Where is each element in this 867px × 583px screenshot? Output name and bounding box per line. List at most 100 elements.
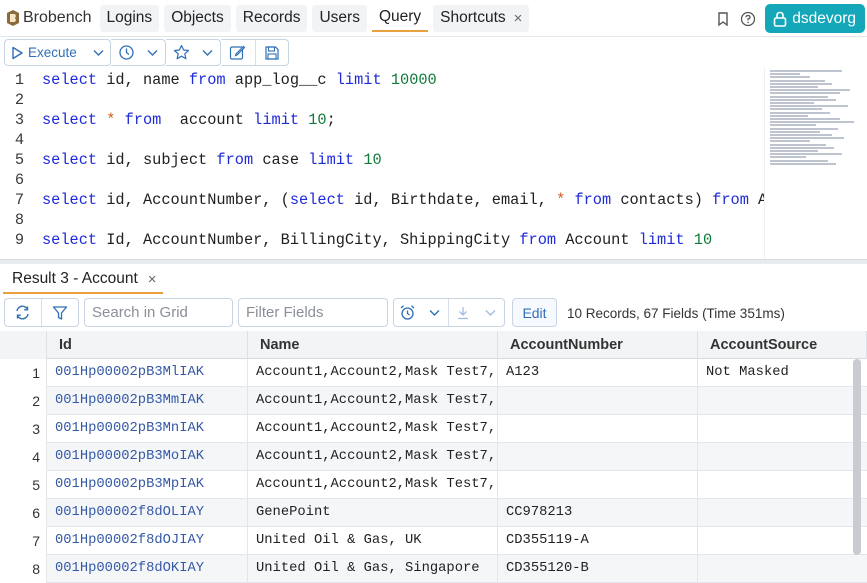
table-row[interactable]: 5 001Hp00002pB3MpIAK Account1,Account2,Mas…: [0, 471, 867, 499]
query-editor[interactable]: 1 select id, name from app_log__c limit 1…: [0, 68, 867, 259]
cell-name[interactable]: Account1,Account2,Mask Test7,M: [248, 471, 498, 499]
row-number: 4: [0, 443, 47, 471]
favorite-button[interactable]: [166, 40, 196, 65]
cell-id[interactable]: 001Hp00002pB3MpIAK: [47, 471, 248, 499]
pencil-square-icon: [230, 45, 246, 60]
favorite-dropdown[interactable]: [196, 40, 219, 65]
tab-shortcuts[interactable]: Shortcuts ×: [433, 4, 530, 32]
cell-id[interactable]: 001Hp00002f8dOLIAY: [47, 499, 248, 527]
editor-minimap[interactable]: [764, 68, 860, 259]
code-line[interactable]: 5 select id, subject from case limit 10: [0, 150, 764, 170]
code-line[interactable]: 3 select * from account limit 10;: [0, 110, 764, 130]
code-line[interactable]: 6: [0, 170, 764, 190]
cell-account-number[interactable]: A123: [498, 359, 698, 387]
cell-account-number[interactable]: CC978213: [498, 499, 698, 527]
table-row[interactable]: 7 001Hp00002f8dOJIAY United Oil & Gas, UK C…: [0, 527, 867, 555]
cell-id[interactable]: 001Hp00002pB3MlIAK: [47, 359, 248, 387]
save-button[interactable]: [255, 40, 288, 65]
cell-name[interactable]: Account1,Account2,Mask Test7,M: [248, 359, 498, 387]
result-tab-label: Result 3 - Account: [12, 270, 138, 287]
cell-id[interactable]: 001Hp00002f8dOKIAY: [47, 555, 248, 583]
cell-account-source[interactable]: [698, 443, 867, 471]
history-dropdown[interactable]: [141, 40, 164, 65]
line-number: 7: [14, 191, 24, 209]
cell-account-number[interactable]: [498, 471, 698, 499]
keyword-token: select: [42, 191, 98, 209]
cell-name[interactable]: Account1,Account2,Mask Test7,M: [248, 387, 498, 415]
cell-account-number[interactable]: CD355120-B: [498, 555, 698, 583]
tab-logins[interactable]: Logins: [99, 4, 160, 32]
close-icon[interactable]: ×: [514, 10, 523, 27]
cell-account-number[interactable]: [498, 387, 698, 415]
cell-id[interactable]: 001Hp00002pB3MmIAK: [47, 387, 248, 415]
filter-button[interactable]: [42, 299, 79, 326]
execute-dropdown[interactable]: [87, 40, 110, 65]
export-button[interactable]: [449, 299, 476, 326]
cell-account-source[interactable]: Not Masked: [698, 359, 867, 387]
table-row[interactable]: 2 001Hp00002pB3MmIAK Account1,Account2,Mas…: [0, 387, 867, 415]
alarm-button[interactable]: [394, 299, 421, 326]
help-icon[interactable]: [740, 11, 756, 27]
column-header-account-number[interactable]: AccountNumber: [498, 331, 698, 359]
cell-name[interactable]: Account1,Account2,Mask Test7,M: [248, 415, 498, 443]
close-icon[interactable]: ×: [148, 271, 157, 288]
grid-vertical-scrollbar[interactable]: [853, 359, 861, 555]
code-line[interactable]: 8: [0, 210, 764, 230]
grid-search-input[interactable]: [84, 298, 233, 327]
refresh-button[interactable]: [5, 299, 42, 326]
column-header-account-source[interactable]: AccountSource: [698, 331, 867, 359]
tab-objects[interactable]: Objects: [164, 4, 231, 32]
code-line[interactable]: 7 select id, AccountNumber, (select id, B…: [0, 190, 777, 210]
minimap-line: [770, 98, 836, 101]
column-header-id[interactable]: Id: [47, 331, 248, 359]
tab-users[interactable]: Users: [312, 4, 367, 32]
filter-fields-input[interactable]: [238, 298, 388, 327]
cell-account-number[interactable]: CD355119-A: [498, 527, 698, 555]
table-row[interactable]: 6 001Hp00002f8dOLIAY GenePoint CC978213: [0, 499, 867, 527]
minimap-line: [770, 153, 842, 156]
cell-id[interactable]: 001Hp00002pB3MoIAK: [47, 443, 248, 471]
refresh-icon: [16, 305, 29, 320]
tab-query[interactable]: Query: [371, 4, 429, 32]
bookmark-icon[interactable]: [715, 11, 731, 27]
table-row[interactable]: 3 001Hp00002pB3MnIAK Account1,Account2,Mas…: [0, 415, 867, 443]
text-token: case: [253, 151, 309, 169]
org-button[interactable]: dsdevorg: [765, 4, 865, 33]
line-number: 4: [14, 131, 24, 149]
column-header-name[interactable]: Name: [248, 331, 498, 359]
table-row[interactable]: 4 001Hp00002pB3MoIAK Account1,Account2,Mas…: [0, 443, 867, 471]
cell-account-source[interactable]: [698, 387, 867, 415]
cell-account-source[interactable]: [698, 471, 867, 499]
cell-account-source[interactable]: [698, 415, 867, 443]
keyword-token: from: [188, 71, 226, 89]
export-dropdown[interactable]: [476, 299, 504, 326]
table-row[interactable]: 1 001Hp00002pB3MlIAK Account1,Account2,Mas…: [0, 359, 867, 387]
keyword-token: limit: [638, 231, 685, 249]
code-line[interactable]: 2: [0, 90, 764, 110]
edit-records-button[interactable]: Edit: [512, 298, 557, 327]
cell-account-source[interactable]: [698, 555, 867, 583]
edit-query-button[interactable]: [221, 40, 255, 65]
keyword-token: limit: [335, 71, 382, 89]
code-line[interactable]: 1 select id, name from app_log__c limit 1…: [0, 70, 764, 90]
tab-records[interactable]: Records: [235, 4, 308, 32]
cell-id[interactable]: 001Hp00002pB3MnIAK: [47, 415, 248, 443]
cell-name[interactable]: Account1,Account2,Mask Test7,M: [248, 443, 498, 471]
cell-name[interactable]: United Oil & Gas, Singapore: [248, 555, 498, 583]
tab-label: Records: [242, 9, 301, 26]
code-line[interactable]: 4: [0, 130, 764, 150]
cell-name[interactable]: United Oil & Gas, UK: [248, 527, 498, 555]
alarm-dropdown[interactable]: [421, 299, 449, 326]
cell-name[interactable]: GenePoint: [248, 499, 498, 527]
brand[interactable]: Brobench: [6, 0, 92, 37]
tab-result-3[interactable]: Result 3 - Account ×: [3, 266, 163, 294]
history-button[interactable]: [111, 40, 141, 65]
cell-account-number[interactable]: [498, 443, 698, 471]
execute-button[interactable]: Execute: [5, 40, 87, 65]
cell-account-source[interactable]: [698, 527, 867, 555]
code-line[interactable]: 9 select Id, AccountNumber, BillingCity, …: [0, 230, 764, 250]
cell-account-source[interactable]: [698, 499, 867, 527]
table-row[interactable]: 8 001Hp00002f8dOKIAY United Oil & Gas, Sin…: [0, 555, 867, 583]
cell-account-number[interactable]: [498, 415, 698, 443]
cell-id[interactable]: 001Hp00002f8dOJIAY: [47, 527, 248, 555]
